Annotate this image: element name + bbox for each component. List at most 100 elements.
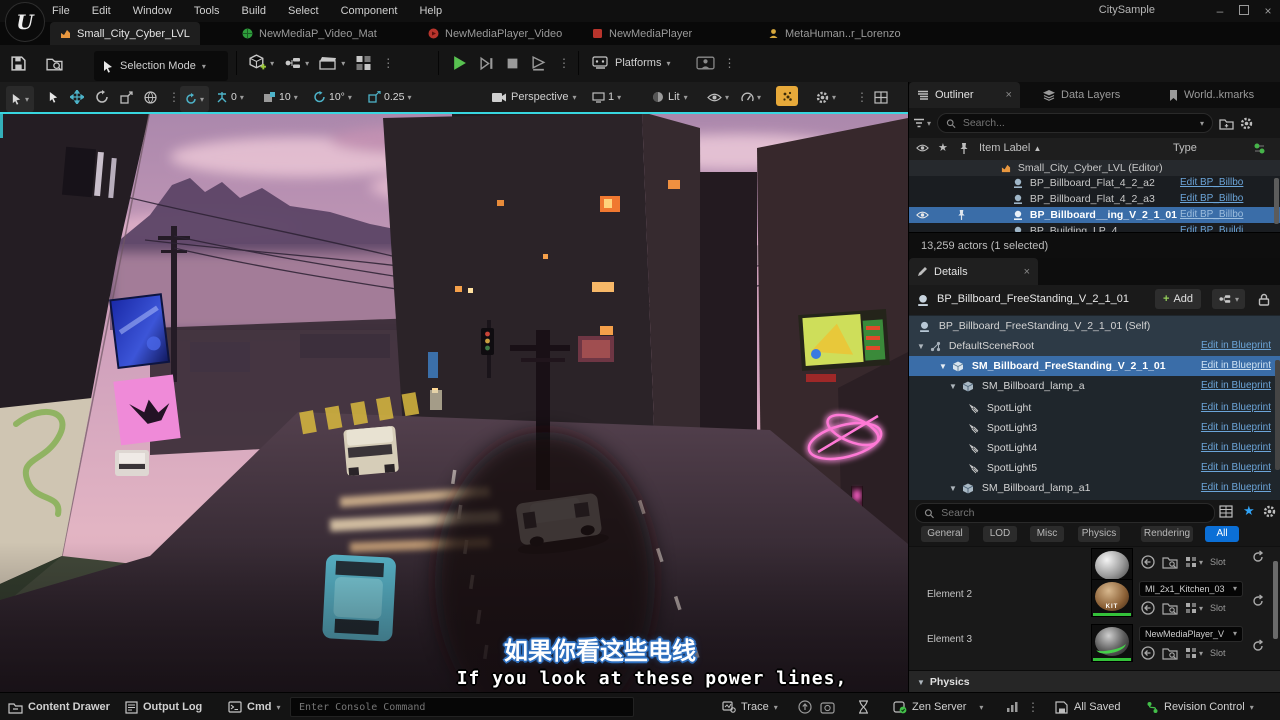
grid-snap-dropdown[interactable]: 10▾ [263,86,298,108]
expand-arrow-icon[interactable]: ▼ [917,337,927,357]
scale-snap-dropdown[interactable]: 0.25▾ [368,86,411,108]
play-overflow-icon[interactable]: ⋮ [558,56,570,70]
editor-utility-icon[interactable] [355,55,372,71]
browse-asset-icon[interactable] [1162,555,1178,569]
menu-tools[interactable]: Tools [192,5,222,17]
edit-blueprint-link[interactable]: Edit BP_Buildi [1180,223,1243,232]
tab-outliner[interactable]: Outliner × [909,82,1020,108]
details-settings-gear-icon[interactable] [1263,505,1276,518]
filter-tab-misc[interactable]: Misc [1030,526,1064,542]
skip-button[interactable] [479,56,494,71]
component-row[interactable]: SpotLight Edit in Blueprint [909,398,1280,418]
tab-details[interactable]: Details × [909,258,1038,285]
component-row[interactable]: ▼ DefaultSceneRoot Edit in Blueprint [909,336,1280,356]
details-search[interactable] [915,503,1215,523]
display-grid-icon[interactable] [1219,505,1233,518]
edit-in-blueprint-link[interactable]: Edit in Blueprint [1201,336,1271,356]
browse-asset-icon[interactable] [1162,601,1178,615]
add-component-button[interactable]: + Add [1155,289,1201,309]
use-asset-icon[interactable] [1141,646,1155,660]
filter-tab-lod[interactable]: LOD [983,526,1017,542]
component-row[interactable]: SpotLight4 Edit in Blueprint [909,438,1280,458]
toolbar-overflow-icon[interactable]: ⋮ [382,56,394,70]
world-space-icon[interactable] [144,91,157,104]
edit-in-blueprint-link[interactable]: Edit in Blueprint [1201,478,1271,498]
stop-button[interactable] [506,57,519,70]
edit-in-blueprint-link[interactable]: Edit in Blueprint [1201,376,1271,396]
visibility-column-eye-icon[interactable] [916,143,929,153]
edit-in-blueprint-link[interactable]: Edit in Blueprint [1201,438,1271,458]
outliner-row[interactable]: BP_Billboard_Flat_4_2_a3 Edit BP_Billbo [909,191,1280,207]
trace-dropdown[interactable]: Trace ▾ [722,693,778,720]
menu-edit[interactable]: Edit [90,5,113,17]
launch-trace-icon[interactable] [798,700,812,714]
minimize-button[interactable]: – [1208,4,1232,18]
viewport-overflow-icon[interactable]: ⋮ [856,86,868,108]
select-tool-icon[interactable] [48,91,59,103]
outliner-row-selected[interactable]: BP_Billboard__ing_V_2_1_01 Edit BP_Billb… [909,207,1280,223]
menu-select[interactable]: Select [286,5,321,17]
material-dropdown[interactable]: MI_2x1_Kitchen_03 ▾ [1139,581,1243,597]
viewport-scene[interactable] [0,112,908,692]
tab-data-layers[interactable]: Data Layers [1035,82,1128,108]
menu-help[interactable]: Help [417,5,444,17]
visibility-eye-icon[interactable] [916,210,929,220]
details-scrollbar[interactable] [1273,561,1278,639]
details-search-input[interactable] [939,506,1206,520]
reset-icon[interactable] [1252,550,1264,562]
billboard-pink[interactable] [113,374,180,445]
filter-tab-all[interactable]: All [1205,526,1239,542]
browse-asset-icon[interactable] [1162,646,1178,660]
reset-icon[interactable] [1252,639,1264,651]
favorites-star-icon[interactable]: ★ [1243,503,1255,519]
component-row-selected[interactable]: ▼ SM_Billboard_FreeStanding_V_2_1_01 Edi… [909,356,1280,376]
expand-arrow-icon[interactable]: ▼ [949,377,959,397]
create-folder-icon[interactable] [1219,117,1234,130]
outliner-settings-gear-icon[interactable] [1240,117,1253,130]
filter-tab-rendering[interactable]: Rendering [1141,526,1193,542]
pin-icon[interactable] [957,209,966,221]
tab-material[interactable]: NewMediaP_Video_Mat [232,22,387,45]
car-van[interactable] [343,426,399,476]
surface-snap-dropdown[interactable]: ▾ [180,86,209,112]
component-row[interactable]: SpotLight5 Edit in Blueprint [909,458,1280,478]
car-distant[interactable] [115,450,149,476]
show-flags-dropdown[interactable]: ▾ [707,86,729,108]
output-log-button[interactable]: Output Log [125,693,202,720]
tree-scrollbar[interactable] [1275,360,1280,470]
pick-asset-dropdown[interactable]: ▾ [1185,556,1203,568]
actor-snap-dropdown[interactable]: 0▾ [216,86,244,108]
component-row[interactable]: ▼ SM_Billboard_lamp_a Edit in Blueprint [909,376,1280,396]
view-mode-dropdown[interactable]: Lit▾ [652,86,688,108]
blueprint-edit-dropdown[interactable]: ▾ [1212,289,1245,309]
maximize-viewport-icon[interactable] [874,86,888,108]
revision-control-dropdown[interactable]: Revision Control ▾ [1146,693,1254,720]
screen-percentage-dropdown[interactable]: 1▾ [592,86,621,108]
outliner-search-input[interactable] [961,116,1195,130]
status-overflow-icon[interactable]: ⋮ [1027,700,1039,714]
preview-character-icon[interactable] [696,55,715,71]
expand-arrow-icon[interactable]: ▼ [949,479,959,499]
game-view-button[interactable] [776,86,798,106]
performance-dropdown[interactable]: ▾ [741,86,761,108]
console-command-field[interactable] [290,697,634,717]
rotation-snap-dropdown[interactable]: 10°▾ [313,86,352,108]
all-saved-status[interactable]: All Saved [1055,693,1120,720]
tab-level[interactable]: Small_City_Cyber_LVL [50,22,200,45]
move-tool-icon[interactable] [70,90,84,104]
use-asset-icon[interactable] [1141,555,1155,569]
stats-icon[interactable] [1006,701,1019,713]
scale-tool-icon[interactable] [120,91,133,104]
play-button[interactable] [452,55,467,71]
favorite-column-star-icon[interactable]: ★ [938,141,948,154]
type-column[interactable]: Type [1173,142,1197,154]
save-icon[interactable] [10,55,27,72]
reset-icon[interactable] [1252,594,1264,606]
quick-add-dropdown[interactable]: ▾ [248,54,274,72]
menu-window[interactable]: Window [131,5,174,17]
viewport-tools-overflow-icon[interactable]: ⋮ [168,90,180,104]
tab-media-player[interactable]: NewMediaPlayer [582,22,702,45]
viewport-settings-dropdown[interactable]: ▾ [816,86,836,108]
outliner-scrollbar[interactable] [1274,178,1279,224]
tab-world-bookmarks[interactable]: World..kmarks [1161,82,1262,108]
